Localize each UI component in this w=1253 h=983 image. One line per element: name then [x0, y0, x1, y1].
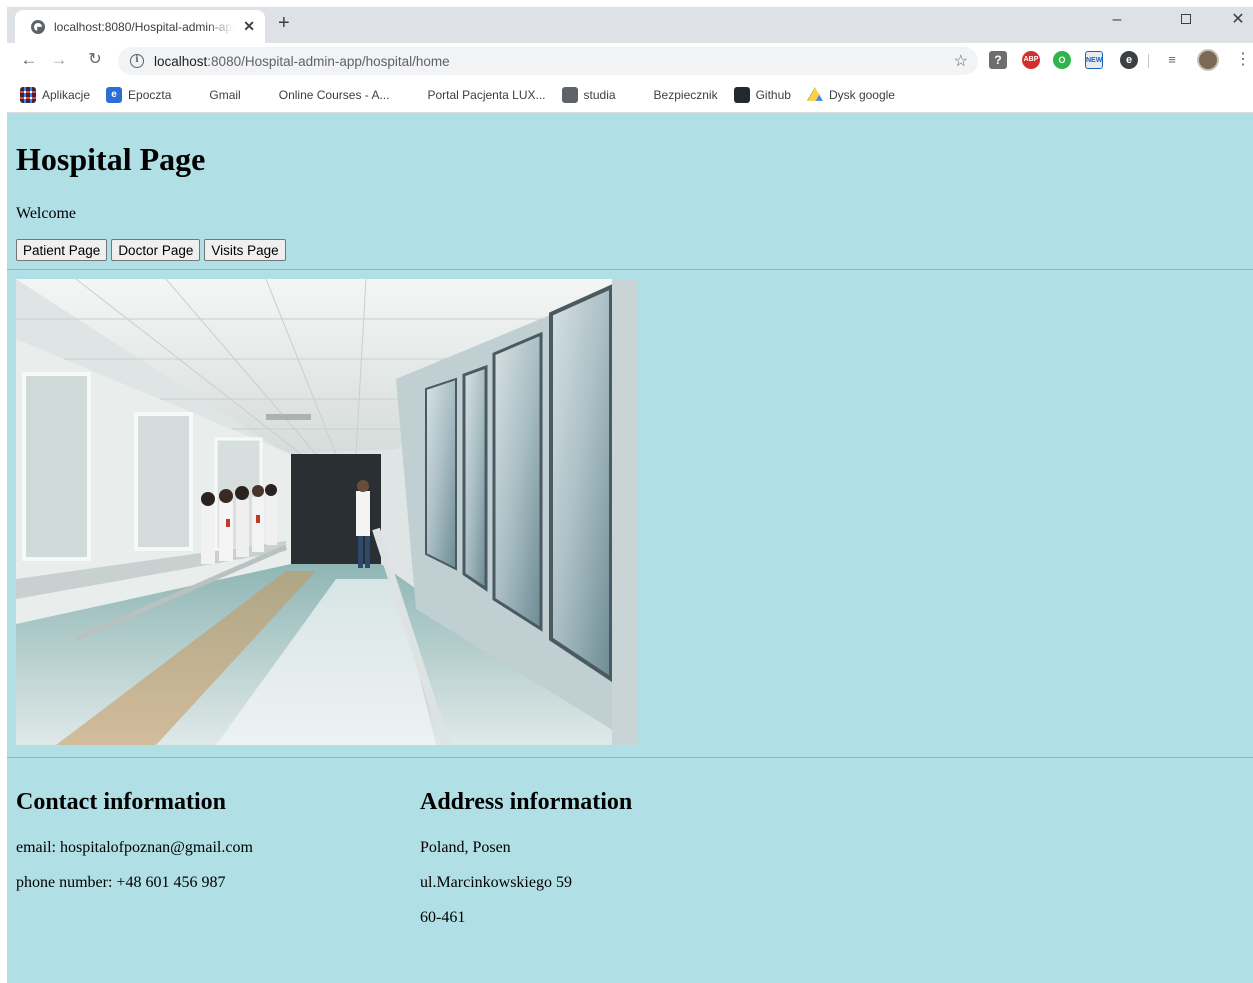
bookmarks-bar: Aplikacje e Epoczta M Gmail u Online Course…	[7, 77, 1253, 113]
bookmark-gmail[interactable]: M Gmail	[187, 87, 241, 103]
contact-information-heading: Contact information	[16, 789, 226, 815]
green-extension-icon[interactable]: O	[1053, 51, 1071, 69]
address-line-street: ul.Marcinkowskiego 59	[420, 874, 572, 891]
bookmark-github[interactable]: Github	[733, 86, 791, 103]
address-bar[interactable]: i localhost:8080/Hospital-admin-app/hosp…	[118, 47, 978, 75]
back-arrow-icon[interactable]: ←	[17, 48, 41, 72]
tab-title: localhost:8080/Hospital-admin-app	[54, 19, 234, 34]
page-content: Hospital Page Welcome Patient Page Docto…	[7, 113, 1253, 983]
bookmark-label: Dysk google	[828, 87, 895, 102]
hospital-corridor-image	[16, 279, 637, 745]
maximize-icon[interactable]	[1163, 7, 1209, 37]
github-icon	[733, 86, 750, 103]
window-close-icon[interactable]: ✕	[1215, 7, 1253, 37]
epoczta-icon: e	[106, 86, 123, 103]
bookmark-label: Gmail	[209, 87, 241, 102]
address-information-heading: Address information	[420, 789, 633, 815]
bookmark-epoczta[interactable]: e Epoczta	[106, 86, 172, 103]
contact-email: email: hospitalofpoznan@gmail.com	[16, 839, 253, 856]
gmail-icon: M	[191, 88, 200, 100]
contact-phone: phone number: +48 601 456 987	[16, 874, 226, 891]
bezpiecznik-icon: ❂	[635, 88, 644, 100]
patient-page-button[interactable]: Patient Page	[16, 239, 108, 261]
bookmark-online-courses[interactable]: u Online Courses - A...	[257, 87, 390, 103]
url-path: :8080/Hospital-admin-app/hospital/home	[207, 53, 450, 69]
divider	[7, 757, 1253, 758]
minimize-icon[interactable]: –	[1094, 7, 1140, 37]
bookmark-label: Github	[755, 87, 791, 102]
bookmark-dysk-google[interactable]: Dysk google	[806, 87, 895, 103]
new-extension-icon[interactable]: NEW	[1085, 51, 1103, 69]
media-controls-icon[interactable]: ≡	[1163, 51, 1181, 69]
bookmark-label: studia	[583, 87, 616, 102]
page-title: Hospital Page	[16, 141, 206, 177]
url-text: localhost:8080/Hospital-admin-app/hospit…	[154, 54, 450, 69]
profile-avatar[interactable]	[1197, 49, 1219, 71]
doctor-page-button[interactable]: Doctor Page	[111, 239, 201, 261]
bookmark-label: Bezpiecznik	[653, 87, 718, 102]
address-line-country: Poland, Posen	[420, 839, 511, 856]
bookmark-label: Aplikacje	[42, 87, 91, 102]
page-nav-buttons: Patient Page Doctor Page Visits Page	[16, 239, 286, 261]
divider	[7, 269, 1253, 270]
tab-strip: localhost:8080/Hospital-admin-app ✕ + – …	[7, 7, 1253, 43]
bookmark-aplikacje[interactable]: Aplikacje	[20, 86, 91, 103]
visits-page-button[interactable]: Visits Page	[204, 239, 286, 261]
url-host: localhost	[154, 53, 208, 69]
bookmark-portal-pacjenta[interactable]: ✚ Portal Pacjenta LUX...	[405, 87, 545, 103]
bookmark-studia[interactable]: studia	[561, 86, 616, 103]
google-drive-icon	[806, 87, 823, 101]
menu-dots-icon[interactable]: ⋮	[1235, 49, 1251, 69]
browser-toolbar: ← → ↻ i localhost:8080/Hospital-admin-ap…	[7, 43, 1253, 77]
globe-icon	[31, 19, 45, 34]
new-tab-icon[interactable]: +	[278, 13, 290, 33]
close-tab-icon[interactable]: ✕	[243, 18, 255, 35]
bookmark-bezpiecznik[interactable]: ❂ Bezpiecznik	[632, 87, 718, 103]
forward-arrow-icon[interactable]: →	[47, 48, 71, 72]
address-line-postal: 60-461	[420, 909, 466, 926]
adblock-plus-icon[interactable]: ABP	[1022, 51, 1040, 69]
browser-tab[interactable]: localhost:8080/Hospital-admin-app ✕	[15, 10, 265, 43]
bookmark-label: Portal Pacjenta LUX...	[427, 87, 546, 102]
info-icon[interactable]: i	[130, 54, 144, 68]
bookmark-star-icon[interactable]: ☆	[954, 51, 968, 71]
globe-icon	[561, 86, 578, 103]
luxmed-icon: ✚	[409, 88, 418, 100]
browser-window: localhost:8080/Hospital-admin-app ✕ + – …	[7, 7, 1253, 983]
udemy-icon: u	[261, 88, 268, 100]
reload-icon[interactable]: ↻	[83, 48, 107, 72]
welcome-text: Welcome	[16, 205, 77, 222]
e-extension-icon[interactable]: e	[1120, 51, 1138, 69]
toolbar-divider	[1148, 54, 1149, 68]
apps-grid-icon	[20, 86, 36, 103]
bookmark-label: Epoczta	[128, 87, 172, 102]
bookmark-label: Online Courses - A...	[278, 87, 390, 102]
help-extension-icon[interactable]: ?	[989, 51, 1007, 69]
